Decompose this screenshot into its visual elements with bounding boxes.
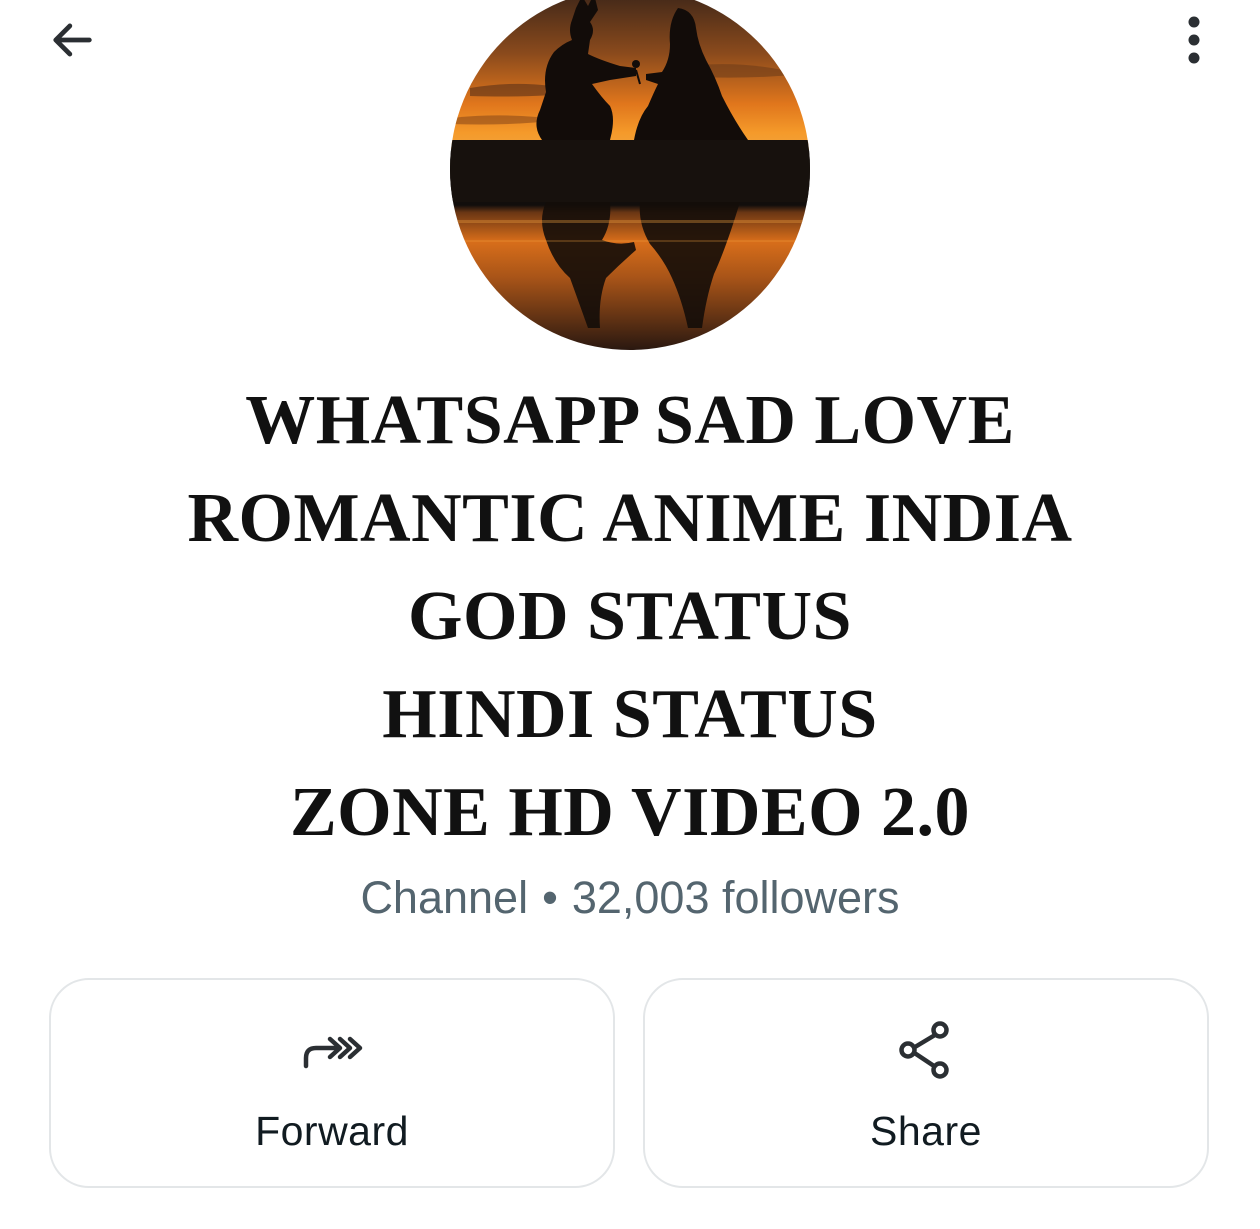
channel-type-label: Channel [360, 872, 529, 923]
channel-title-line: ROMANTIC ANIME INDIA [187, 480, 1073, 557]
channel-title-line: GOD STATUS [408, 578, 852, 655]
forward-icon-wrap [51, 1018, 613, 1082]
forward-icon [303, 1036, 363, 1069]
followers-count: 32,003 followers [571, 872, 900, 923]
channel-title-line: ZONE HD VIDEO 2.0 [289, 774, 971, 851]
forward-button[interactable]: Forward [49, 978, 615, 1188]
channel-title: WHATSAPP SAD LOVE ROMANTIC ANIME INDIA GOD… [60, 372, 1200, 862]
share-icon [899, 1021, 949, 1079]
separator-dot: • [542, 872, 558, 923]
more-options-button[interactable] [1164, 8, 1224, 72]
channel-title-line: WHATSAPP SAD LOVE [245, 382, 1015, 459]
more-vertical-icon [1188, 16, 1200, 64]
forward-label: Forward [255, 1108, 409, 1154]
channel-title-line: HINDI STATUS [382, 676, 878, 753]
channel-avatar[interactable] [450, 0, 810, 350]
share-icon-wrap [645, 1018, 1207, 1082]
back-button[interactable] [40, 8, 104, 72]
channel-subtitle: Channel • 32,003 followers [100, 870, 1160, 926]
share-label: Share [870, 1108, 982, 1154]
avatar-image [450, 0, 810, 350]
arrow-left-icon [53, 23, 92, 57]
share-button[interactable]: Share [643, 978, 1209, 1188]
